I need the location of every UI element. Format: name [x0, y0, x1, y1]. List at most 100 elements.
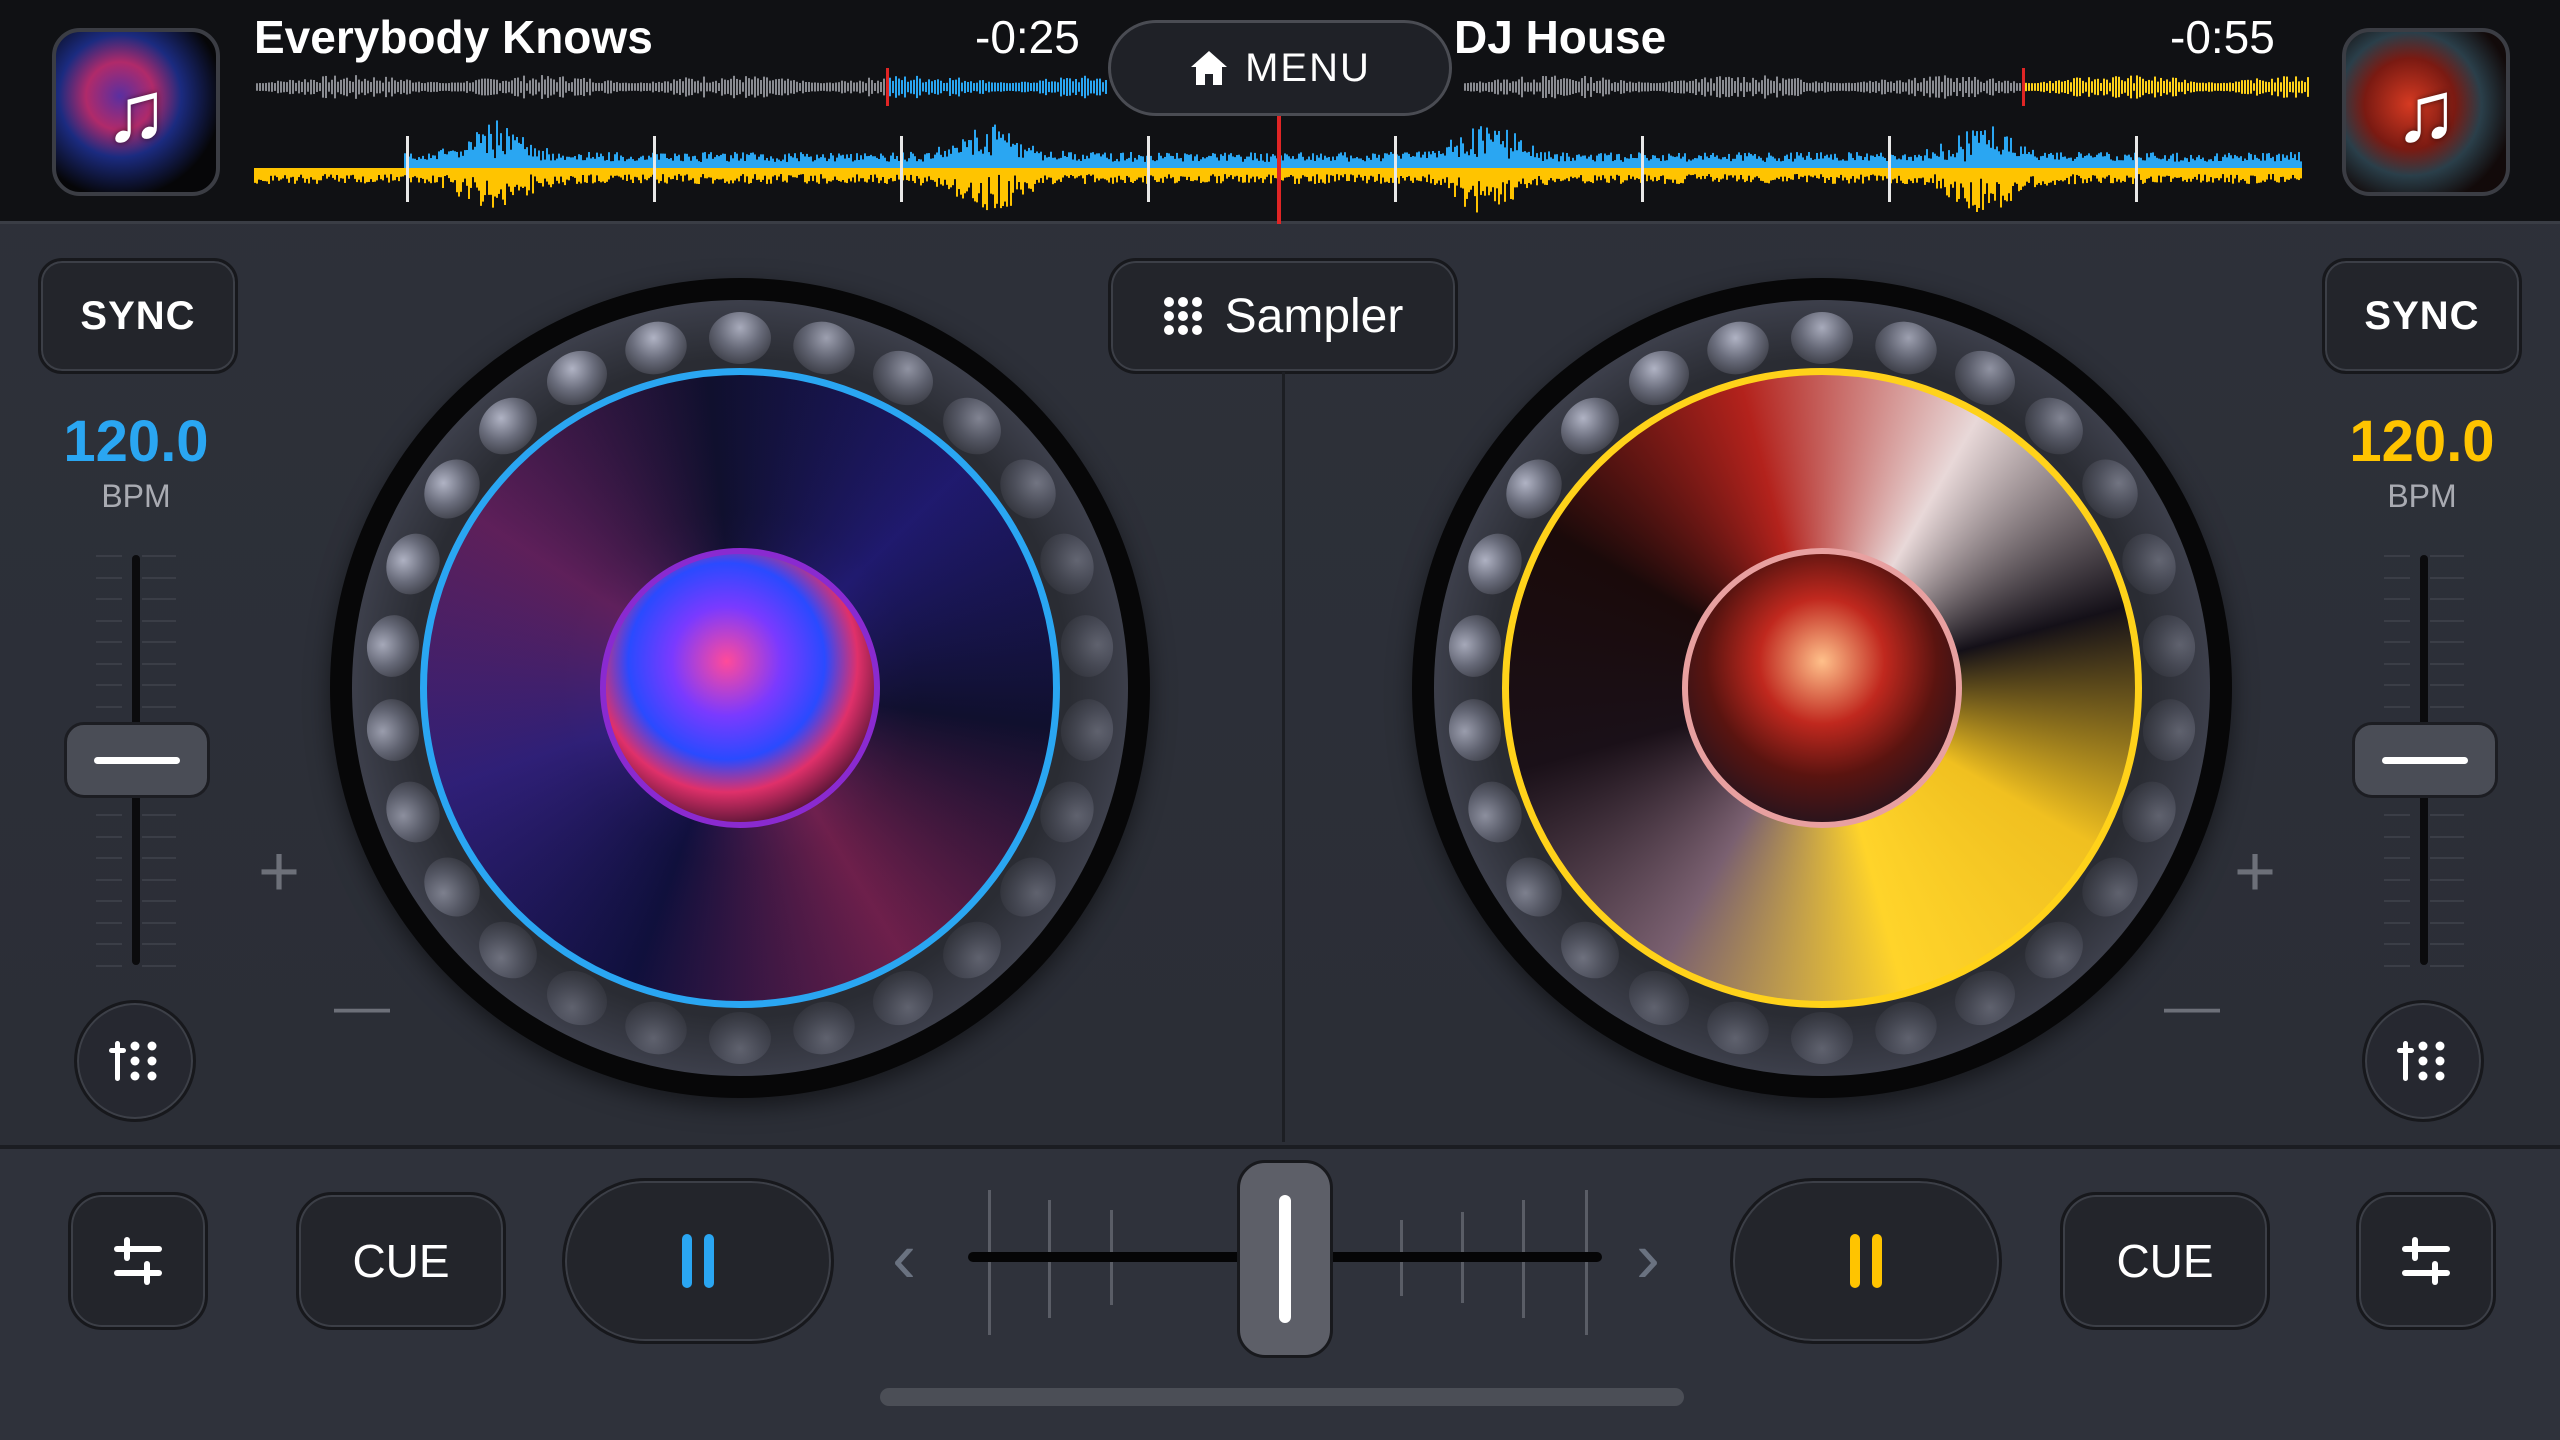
waveform-sample-lower — [1700, 168, 1702, 180]
waveform-sample-upper — [1758, 156, 1760, 168]
waveform-sample-lower — [1282, 168, 1284, 181]
waveform-sample-upper — [1018, 157, 1020, 168]
waveform-sample-upper — [544, 159, 546, 168]
deck-b-sync-button[interactable]: SYNC — [2322, 258, 2522, 374]
waveform-sample-upper — [1760, 157, 1762, 168]
overview-sample — [487, 78, 489, 96]
deck-b-platter[interactable] — [1502, 368, 2142, 1008]
waveform-sample-upper — [2176, 152, 2178, 168]
waveform-sample-lower — [802, 168, 804, 175]
deck-a-jog-wheel[interactable] — [330, 278, 1150, 1098]
waveform-sample-upper — [1798, 155, 1800, 168]
deck-b-pads-button[interactable] — [2362, 1000, 2484, 1122]
waveform-sample-lower — [1826, 168, 1828, 179]
waveform-sample-lower — [2280, 168, 2282, 177]
waveform-sample-upper — [818, 158, 820, 168]
deck-b-jog-wheel[interactable] — [1412, 278, 2232, 1098]
deck-a-sync-button[interactable]: SYNC — [38, 258, 238, 374]
waveform-sample-lower — [358, 168, 360, 180]
waveform-sample-upper — [1840, 160, 1842, 168]
deck-b-cue-button[interactable]: CUE — [2060, 1192, 2270, 1330]
waveform-sample-lower — [1342, 168, 1344, 178]
waveform-sample-upper — [1606, 155, 1608, 168]
waveform-sample-lower — [1306, 168, 1308, 177]
deck-b-overview-waveform[interactable] — [1464, 68, 2310, 106]
home-indicator[interactable] — [880, 1388, 1684, 1406]
waveform-sample-upper — [2220, 160, 2222, 168]
deck-a-pitch-plus[interactable]: + — [258, 836, 300, 908]
waveform-sample-lower — [684, 168, 686, 176]
overview-sample — [2244, 80, 2246, 94]
waveform-sample-upper — [1416, 152, 1418, 168]
deck-a-cover-art[interactable]: ♫ — [52, 28, 220, 196]
waveform-sample-lower — [1324, 168, 1326, 184]
crossfader-handle[interactable] — [1237, 1160, 1333, 1358]
deck-a-pads-button[interactable] — [74, 1000, 196, 1122]
waveform-sample-upper — [1744, 153, 1746, 168]
waveform-sample-lower — [412, 168, 414, 178]
waveform-sample-lower — [1606, 168, 1608, 183]
waveform-sample-upper — [466, 150, 468, 168]
deck-a-cue-button[interactable]: CUE — [296, 1192, 506, 1330]
waveform-sample-lower — [530, 168, 532, 175]
deck-a-platter[interactable] — [420, 368, 1060, 1008]
deck-a-play-pause-button[interactable] — [562, 1178, 834, 1344]
jog-grip-bump — [709, 312, 771, 364]
overview-sample — [1710, 78, 1712, 96]
waveform-sample-upper — [1062, 150, 1064, 168]
deck-a-pitch-slider-handle[interactable] — [64, 722, 210, 798]
waveform-sample-lower — [844, 168, 846, 183]
overview-sample — [2163, 80, 2165, 94]
waveform-sample-upper — [1948, 150, 1950, 168]
waveform-sample-upper — [2186, 158, 2188, 168]
waveform-sample-upper — [954, 147, 956, 168]
waveform-sample-upper — [992, 126, 994, 168]
deck-b-play-pause-button[interactable] — [1730, 1178, 2002, 1344]
deck-b-pitch-plus[interactable]: + — [2234, 836, 2276, 908]
waveform-sample-lower — [1742, 168, 1744, 180]
deck-b-cover-art[interactable]: ♫ — [2342, 28, 2510, 196]
waveform-sample-lower — [1328, 168, 1330, 183]
crossfader-left-arrow[interactable]: ‹ — [892, 1222, 916, 1294]
playhead-marker — [1277, 116, 1281, 224]
overview-sample — [2232, 83, 2234, 91]
deck-b-pitch-minus[interactable]: — — [2164, 978, 2220, 1034]
deck-a-overview-waveform[interactable] — [256, 68, 1108, 106]
waveform-sample-lower — [1880, 168, 1882, 177]
overview-sample — [1641, 82, 1643, 92]
deck-a-pitch-minus[interactable]: — — [334, 978, 390, 1034]
waveform-sample-upper — [1328, 156, 1330, 168]
deck-a-eq-button[interactable] — [68, 1192, 208, 1330]
sampler-button[interactable]: Sampler — [1108, 258, 1458, 374]
overview-sample — [961, 82, 963, 92]
deck-b-pitch-slider-handle[interactable] — [2352, 722, 2498, 798]
waveform-sample-upper — [800, 152, 802, 168]
crossfader-tick — [988, 1190, 991, 1335]
waveform-sample-lower — [1190, 168, 1192, 182]
overview-sample — [769, 80, 771, 94]
overview-sample — [1920, 82, 1922, 92]
menu-button[interactable]: MENU — [1108, 20, 1452, 116]
pitch-tick — [142, 857, 176, 860]
overview-sample — [1869, 80, 1871, 94]
waveform-sample-lower — [1424, 168, 1426, 178]
crossfader-right-arrow[interactable]: › — [1636, 1222, 1660, 1294]
waveform-sample-lower — [1576, 168, 1578, 179]
overview-sample — [1737, 77, 1739, 97]
overview-sample — [2193, 81, 2195, 93]
waveform-sample-upper — [470, 142, 472, 168]
deck-b-eq-button[interactable] — [2356, 1192, 2496, 1330]
waveform-sample-lower — [1612, 168, 1614, 179]
waveform-sample-upper — [1668, 153, 1670, 168]
waveform-sample-lower — [1680, 168, 1682, 183]
overview-sample — [670, 83, 672, 91]
waveform-sample-lower — [1702, 168, 1704, 176]
overview-sample — [1485, 83, 1487, 91]
waveform-sample-lower — [538, 168, 540, 184]
waveform-sample-lower — [944, 168, 946, 180]
overview-sample — [955, 79, 957, 95]
overview-sample — [394, 80, 396, 94]
waveform-sample-upper — [1072, 159, 1074, 168]
waveform-sample-upper — [2068, 157, 2070, 168]
waveform-sample-upper — [1876, 154, 1878, 168]
